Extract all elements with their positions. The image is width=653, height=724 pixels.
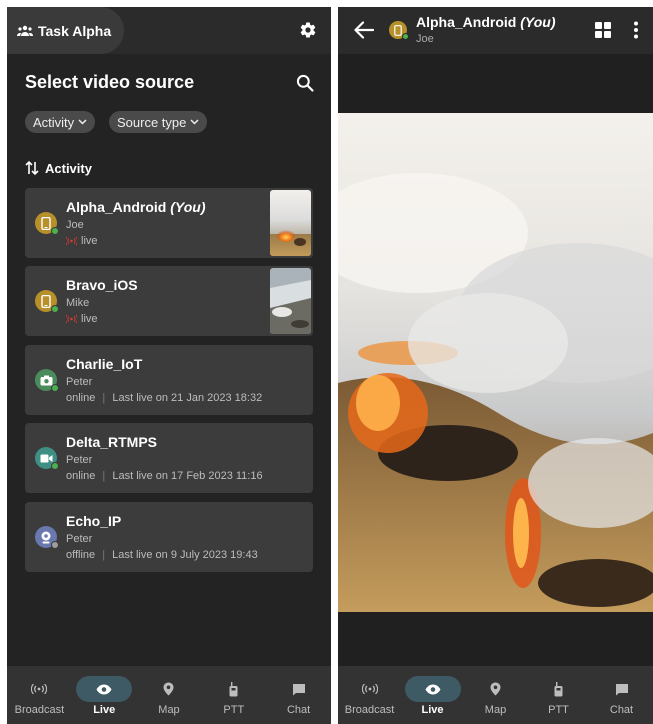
camera-icon xyxy=(35,369,59,392)
team-name: Task Alpha xyxy=(38,22,112,39)
webcam-icon xyxy=(35,526,59,549)
source-user: Peter xyxy=(66,376,93,388)
stream-title: Alpha_Android (You) xyxy=(416,14,556,30)
broadcast-icon xyxy=(66,315,77,323)
source-user: Peter xyxy=(66,533,93,545)
nav-live[interactable]: Live xyxy=(72,666,137,724)
map-pin-icon xyxy=(163,682,174,696)
gear-icon[interactable] xyxy=(299,21,317,39)
nav-label: Chat xyxy=(286,704,311,716)
source-card-bravo[interactable]: Bravo_iOS Mike live xyxy=(25,266,313,336)
nav-ptt[interactable]: PTT xyxy=(201,666,266,724)
source-card-alpha[interactable]: Alpha_Android (You) Joe live xyxy=(25,188,313,258)
page-title: Select video source xyxy=(25,72,195,92)
live-view-screen: Alpha_Android (You) Joe Broadcast Live M… xyxy=(338,7,653,724)
source-name: Charlie_IoT xyxy=(66,356,143,372)
search-icon[interactable] xyxy=(295,73,315,93)
nav-map[interactable]: Map xyxy=(464,666,527,724)
source-name: Echo_IP xyxy=(66,513,122,529)
top-bar: Task Alpha xyxy=(7,7,331,54)
more-vert-icon[interactable] xyxy=(633,21,639,39)
chat-icon xyxy=(615,683,628,695)
broadcast-icon xyxy=(66,237,77,245)
chevron-down-icon xyxy=(190,119,199,125)
walkie-talkie-icon xyxy=(229,681,238,696)
phone-icon xyxy=(35,290,59,313)
you-label: (You) xyxy=(520,14,556,30)
chat-icon xyxy=(292,683,305,695)
nav-label: Broadcast xyxy=(344,704,395,716)
source-user: Peter xyxy=(66,454,93,466)
source-status: online | Last live on 21 Jan 2023 18:32 xyxy=(66,392,263,404)
bottom-nav: Broadcast Live Map PTT Chat xyxy=(338,666,653,724)
nav-chat[interactable]: Chat xyxy=(266,666,331,724)
broadcast-icon xyxy=(361,684,378,694)
source-status: offline | Last live on 9 July 2023 19:43 xyxy=(66,549,258,561)
nav-label: PTT xyxy=(223,704,245,716)
sort-icon xyxy=(25,160,39,176)
video-frame xyxy=(338,113,653,612)
eye-icon xyxy=(425,684,440,694)
sort-button[interactable]: Activity xyxy=(25,160,92,176)
status-dot xyxy=(51,541,59,549)
you-label: (You) xyxy=(170,199,206,215)
status-dot xyxy=(51,462,59,470)
filter-label: Activity xyxy=(33,114,75,130)
eye-icon xyxy=(96,684,112,694)
stream-subtitle: Joe xyxy=(416,33,434,45)
group-icon xyxy=(17,25,33,36)
team-selector[interactable]: Task Alpha xyxy=(7,7,124,54)
source-card-charlie[interactable]: Charlie_IoT Peter online | Last live on … xyxy=(25,345,313,415)
video-thumbnail xyxy=(270,268,311,334)
nav-live[interactable]: Live xyxy=(401,666,464,724)
live-status: live xyxy=(66,313,98,325)
source-type-filter-chip[interactable]: Source type xyxy=(109,111,208,133)
video-thumbnail xyxy=(270,190,311,256)
nav-label: PTT xyxy=(548,704,569,716)
source-status: online | Last live on 17 Feb 2023 11:16 xyxy=(66,470,263,482)
video-source-screen: Task Alpha Select video source Activity … xyxy=(7,7,331,724)
walkie-talkie-icon xyxy=(554,681,563,696)
source-user: Joe xyxy=(66,219,84,231)
back-arrow-icon[interactable] xyxy=(354,21,374,39)
map-pin-icon xyxy=(490,682,501,696)
phone-icon xyxy=(389,21,409,40)
top-bar: Alpha_Android (You) Joe xyxy=(338,7,653,54)
broadcast-icon xyxy=(31,684,48,694)
live-video-player[interactable] xyxy=(338,113,653,612)
nav-broadcast[interactable]: Broadcast xyxy=(338,666,401,724)
nav-label: Broadcast xyxy=(14,704,65,716)
nav-label: Chat xyxy=(609,704,634,716)
source-name: Delta_RTMPS xyxy=(66,434,158,450)
source-name: Alpha_Android (You) xyxy=(66,199,206,215)
source-user: Mike xyxy=(66,297,90,309)
source-name: Bravo_iOS xyxy=(66,277,138,293)
filter-label: Source type xyxy=(117,114,187,130)
phone-icon xyxy=(35,212,59,235)
live-status: live xyxy=(66,235,98,247)
chevron-down-icon xyxy=(78,119,87,125)
nav-label: Live xyxy=(93,704,116,716)
nav-map[interactable]: Map xyxy=(137,666,202,724)
video-camera-icon xyxy=(35,447,59,470)
source-card-echo[interactable]: Echo_IP Peter offline | Last live on 9 J… xyxy=(25,502,313,572)
source-card-delta[interactable]: Delta_RTMPS Peter online | Last live on … xyxy=(25,423,313,493)
nav-chat[interactable]: Chat xyxy=(590,666,653,724)
nav-label: Live xyxy=(421,704,444,716)
nav-broadcast[interactable]: Broadcast xyxy=(7,666,72,724)
nav-label: Map xyxy=(158,704,180,716)
status-dot xyxy=(51,305,59,313)
activity-filter-chip[interactable]: Activity xyxy=(25,111,96,133)
status-dot xyxy=(51,384,59,392)
sort-label: Activity xyxy=(45,160,92,176)
nav-ptt[interactable]: PTT xyxy=(527,666,590,724)
status-dot xyxy=(402,33,409,40)
grid-layout-icon[interactable] xyxy=(595,22,611,38)
bottom-nav: Broadcast Live Map PTT Chat xyxy=(7,666,331,724)
status-dot xyxy=(51,227,59,235)
nav-label: Map xyxy=(484,704,507,716)
